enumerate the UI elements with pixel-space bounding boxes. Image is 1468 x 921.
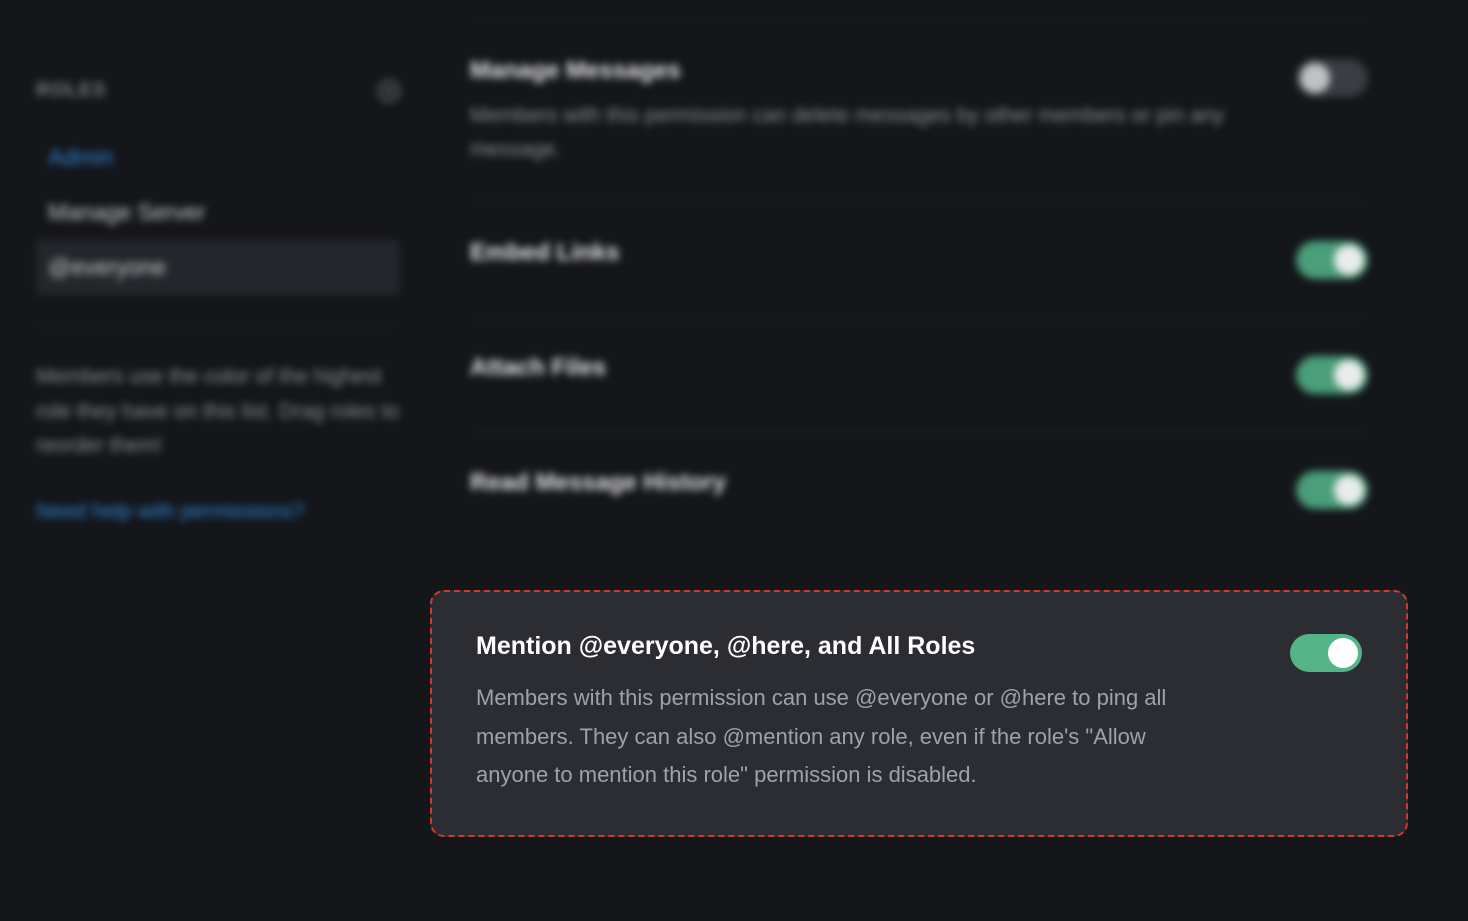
- app-root: ROLES Admin Manage Server @everyone Memb…: [0, 0, 1468, 921]
- permission-title: Embed Links: [470, 239, 619, 267]
- toggle-mention-everyone[interactable]: [1290, 634, 1362, 672]
- permission-mention-everyone-highlight: Mention @everyone, @here, and All Roles …: [430, 590, 1408, 837]
- roles-title: ROLES: [36, 80, 106, 102]
- roles-header: ROLES: [36, 80, 400, 102]
- toggle-attach-files[interactable]: [1296, 356, 1368, 394]
- toggle-embed-links[interactable]: [1296, 241, 1368, 279]
- permission-description: Members with this permission can use @ev…: [476, 679, 1216, 795]
- toggle-manage-messages[interactable]: [1296, 59, 1368, 97]
- roles-sidebar: ROLES Admin Manage Server @everyone Memb…: [0, 0, 430, 921]
- sidebar-divider: [36, 325, 400, 326]
- permission-manage-messages: Manage Messages Members with this permis…: [470, 20, 1368, 202]
- permission-attach-files: Attach Files: [470, 317, 1368, 432]
- permission-title: Read Message History: [470, 469, 726, 497]
- permission-embed-links: Embed Links: [470, 202, 1368, 317]
- permission-description: Members with this permission can delete …: [470, 99, 1230, 166]
- permission-title: Attach Files: [470, 354, 606, 382]
- permission-text: Mention @everyone, @here, and All Roles …: [476, 632, 1216, 795]
- role-item-manage-server[interactable]: Manage Server: [36, 185, 400, 240]
- permissions-help-link[interactable]: Need help with permissions?: [36, 500, 400, 524]
- role-item-everyone[interactable]: @everyone: [36, 240, 400, 295]
- role-item-admin[interactable]: Admin: [36, 130, 400, 185]
- blurred-permissions: Manage Messages Members with this permis…: [470, 20, 1368, 547]
- permissions-panel: Manage Messages Members with this permis…: [430, 0, 1468, 921]
- roles-hint-text: Members use the color of the highest rol…: [36, 360, 400, 464]
- add-role-icon[interactable]: [378, 80, 400, 102]
- permission-title: Manage Messages: [470, 57, 1230, 85]
- permission-read-history: Read Message History: [470, 432, 1368, 547]
- permission-text: Manage Messages Members with this permis…: [470, 57, 1230, 166]
- permission-title: Mention @everyone, @here, and All Roles: [476, 632, 1216, 661]
- toggle-read-history[interactable]: [1296, 471, 1368, 509]
